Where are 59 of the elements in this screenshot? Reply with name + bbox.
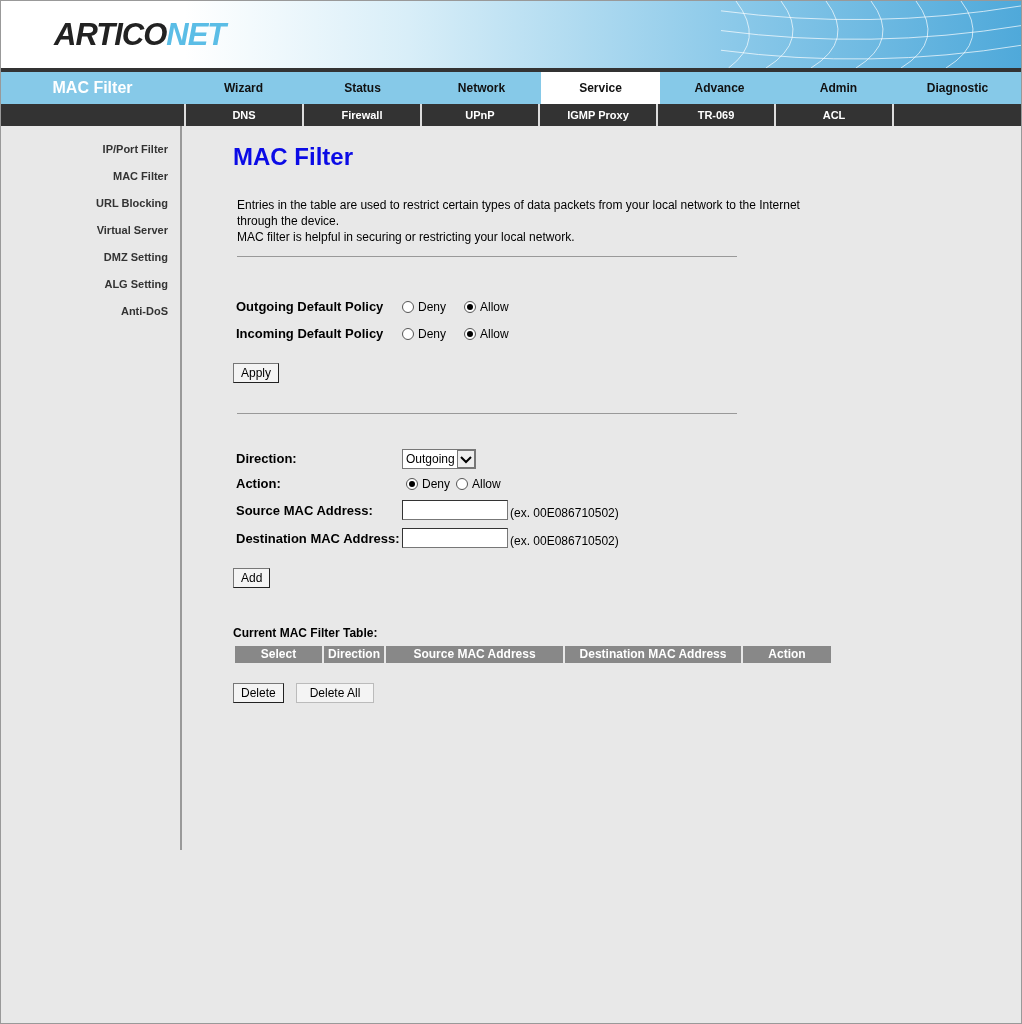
nav-tab[interactable]: Wizard xyxy=(184,72,303,104)
radio-button[interactable] xyxy=(464,327,476,340)
subnav-tab[interactable]: Firewall xyxy=(302,104,420,126)
subnav-tab[interactable]: ACL xyxy=(774,104,892,126)
nav-tab[interactable]: Status xyxy=(303,72,422,104)
delete-all-button[interactable]: Delete All xyxy=(295,683,375,703)
radio-label: Allow xyxy=(480,299,509,314)
nav-tab[interactable]: Diagnostic xyxy=(898,72,1017,104)
field-label: Source MAC Address: xyxy=(236,502,374,518)
subnav-tab[interactable]: IGMP Proxy xyxy=(538,104,656,126)
mac-input-field[interactable] xyxy=(402,528,508,548)
mac-input-field[interactable] xyxy=(402,500,508,520)
radio-button[interactable] xyxy=(406,477,418,490)
radio-button[interactable] xyxy=(464,300,476,313)
nav-tab[interactable]: Service xyxy=(541,72,660,104)
hint-text: (ex. 00E086710502) xyxy=(510,506,619,520)
sidebar-item[interactable]: MAC Filter xyxy=(1,170,180,197)
radio-label: Deny xyxy=(418,299,446,314)
page-title: MAC Filter xyxy=(233,143,354,172)
sidebar-item[interactable]: Anti-DoS xyxy=(1,305,180,332)
radio-label: Allow xyxy=(480,326,509,341)
sidebar-item[interactable]: URL Blocking xyxy=(1,197,180,224)
caret-icon xyxy=(456,449,475,468)
subnav-tab[interactable]: UPnP xyxy=(420,104,538,126)
apply-button[interactable]: Apply xyxy=(233,363,280,383)
radio-button[interactable] xyxy=(402,327,414,340)
hint-text: (ex. 00E086710502) xyxy=(510,534,619,548)
sidebar-item[interactable]: IP/Port Filter xyxy=(1,143,180,170)
add-button[interactable]: Add xyxy=(233,568,271,588)
radio-button[interactable] xyxy=(456,477,468,490)
radio-label: Deny xyxy=(418,326,446,341)
nav-tab[interactable]: Admin xyxy=(779,72,898,104)
direction-select[interactable]: Outgoing xyxy=(402,448,476,469)
radio-label: Deny xyxy=(422,476,450,491)
column-header: Direction xyxy=(324,646,384,663)
nav-tab[interactable]: Advance xyxy=(660,72,779,104)
radio-button[interactable] xyxy=(402,300,414,313)
sidebar-item[interactable]: DMZ Setting xyxy=(1,251,180,278)
logo: ARTICONET xyxy=(54,16,226,53)
policy-label: Outgoing Default Policy xyxy=(236,299,385,314)
sidebar-item[interactable]: ALG Setting xyxy=(1,278,180,305)
nav-tab[interactable]: Network xyxy=(422,72,541,104)
column-header: Source MAC Address xyxy=(386,646,563,663)
table-title: Current MAC Filter Table: xyxy=(233,626,379,640)
policy-label: Incoming Default Policy xyxy=(236,326,385,341)
subnav-tab[interactable]: TR-069 xyxy=(656,104,774,126)
sidebar-item[interactable]: Virtual Server xyxy=(1,224,180,251)
action-label: Action: xyxy=(236,476,282,491)
subnav-tab[interactable]: DNS xyxy=(184,104,302,126)
radio-label: Allow xyxy=(472,476,501,491)
section-title: MAC Filter xyxy=(51,78,134,98)
field-label: Destination MAC Address: xyxy=(236,530,401,546)
column-header: Action xyxy=(743,646,831,663)
direction-label: Direction: xyxy=(236,451,298,466)
description-text: MAC filter is helpful in securing or restricting your local network. xyxy=(237,229,576,245)
description-text: Entries in the table are used to restrict certain types of data packets from your local network to the Internet through the device. xyxy=(237,197,801,229)
column-header: Select xyxy=(235,646,322,663)
column-header: Destination MAC Address xyxy=(565,646,741,663)
delete-button[interactable]: Delete xyxy=(233,683,284,703)
